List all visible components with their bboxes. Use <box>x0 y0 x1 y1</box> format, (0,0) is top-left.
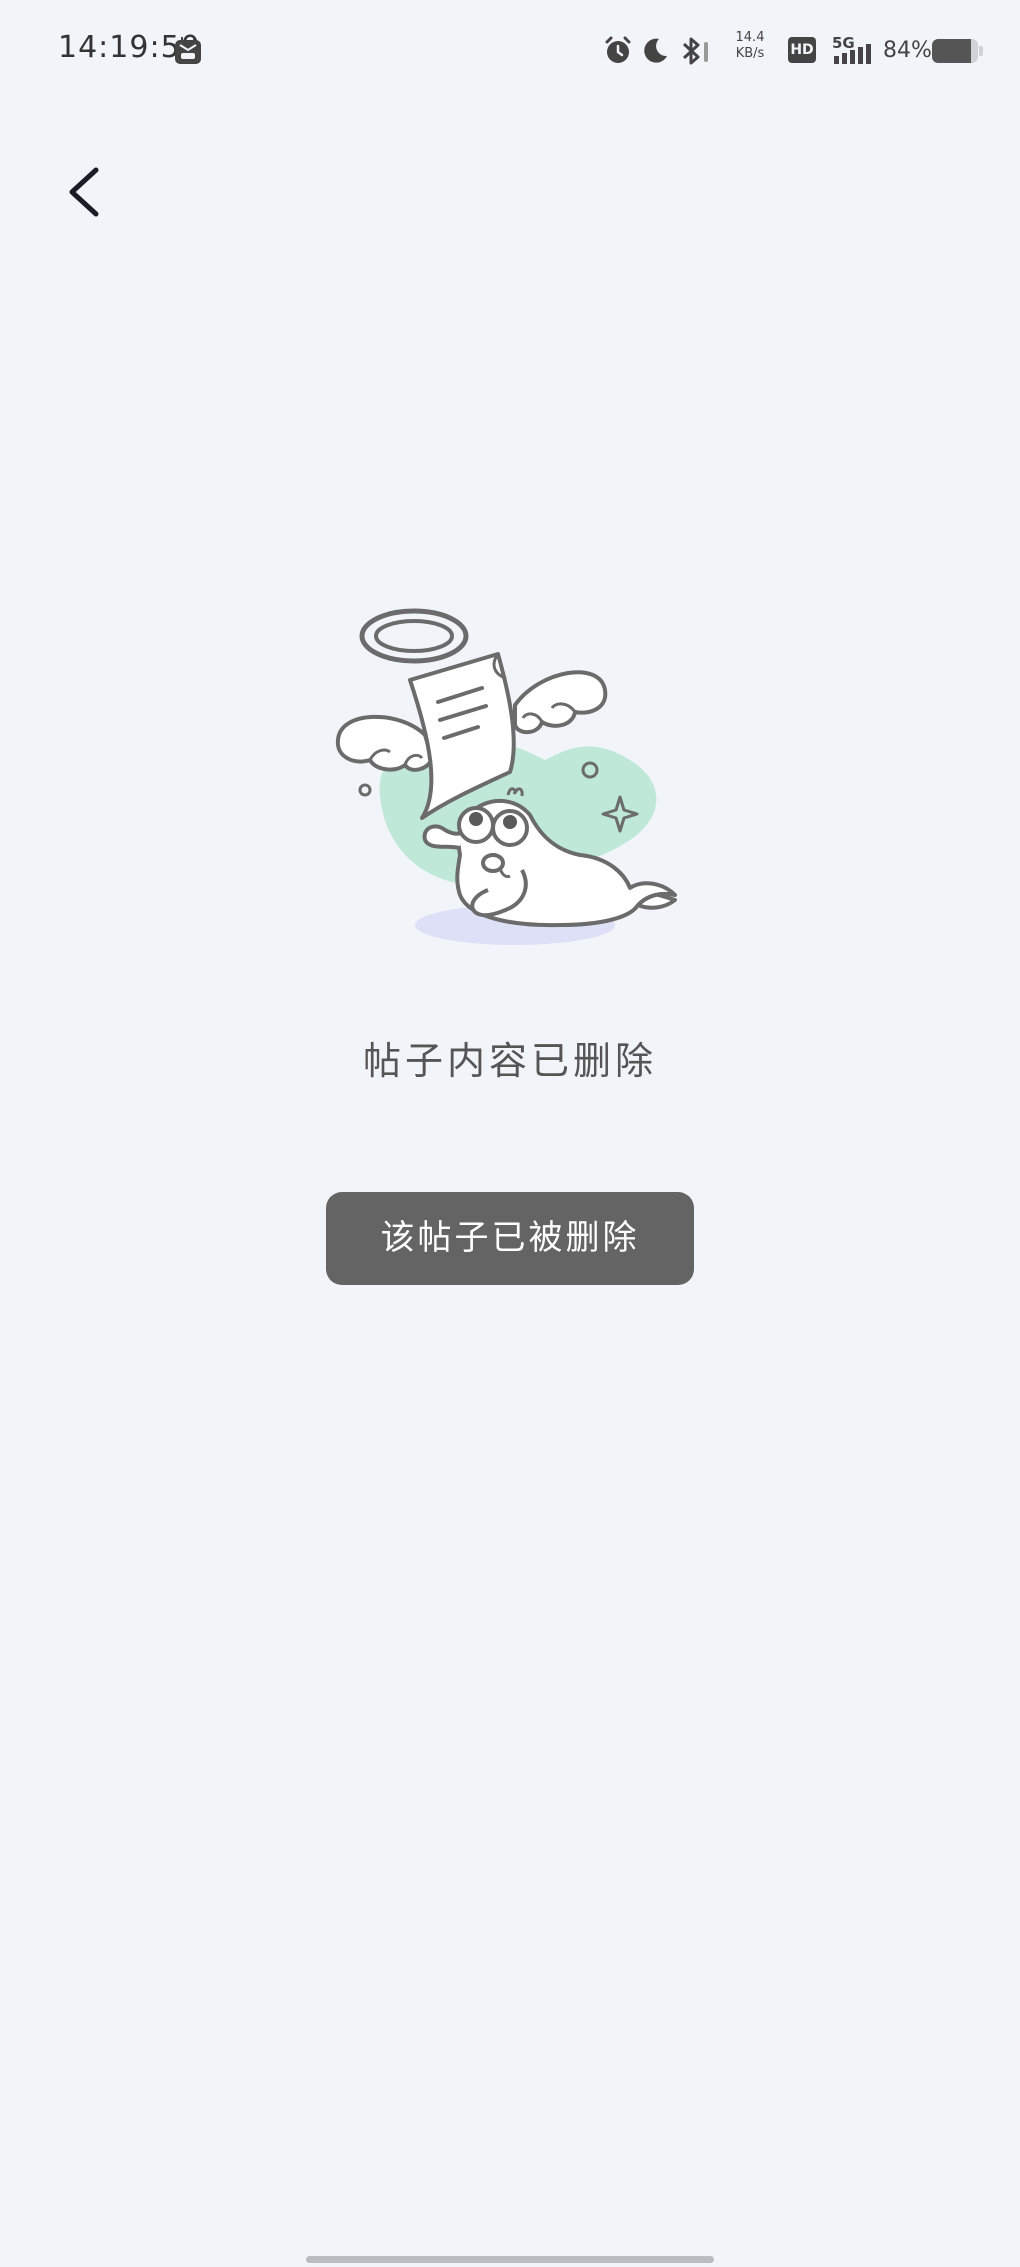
battery-percent: 84% <box>883 38 932 63</box>
bluetooth-icon <box>682 37 708 65</box>
deleted-message: 帖子内容已删除 <box>362 1039 657 1083</box>
back-arrow-icon <box>69 167 99 217</box>
home-indicator[interactable] <box>306 2256 714 2263</box>
battery-icon <box>932 39 978 63</box>
deleted-post-angel-illustration <box>335 608 677 945</box>
network-speed-value: 14.4 <box>735 30 765 45</box>
battery-tip <box>979 46 983 56</box>
alarm-icon <box>605 36 631 63</box>
status-bar: 14:19:50 14.4 KB/s HD 5G 84% <box>0 0 1020 100</box>
network-speed-unit: KB/s <box>735 46 765 61</box>
hd-badge: HD <box>788 37 816 63</box>
status-right-group: 14.4 KB/s HD 5G 84% <box>570 0 1020 100</box>
moon-icon <box>644 38 667 63</box>
toast-deleted: 该帖子已被删除 <box>326 1192 694 1285</box>
app-notification-icon <box>175 37 201 64</box>
signal-icon <box>834 44 871 64</box>
back-button[interactable] <box>48 150 128 230</box>
network-speed: 14.4 KB/s <box>725 30 775 62</box>
battery-fill <box>932 39 971 63</box>
